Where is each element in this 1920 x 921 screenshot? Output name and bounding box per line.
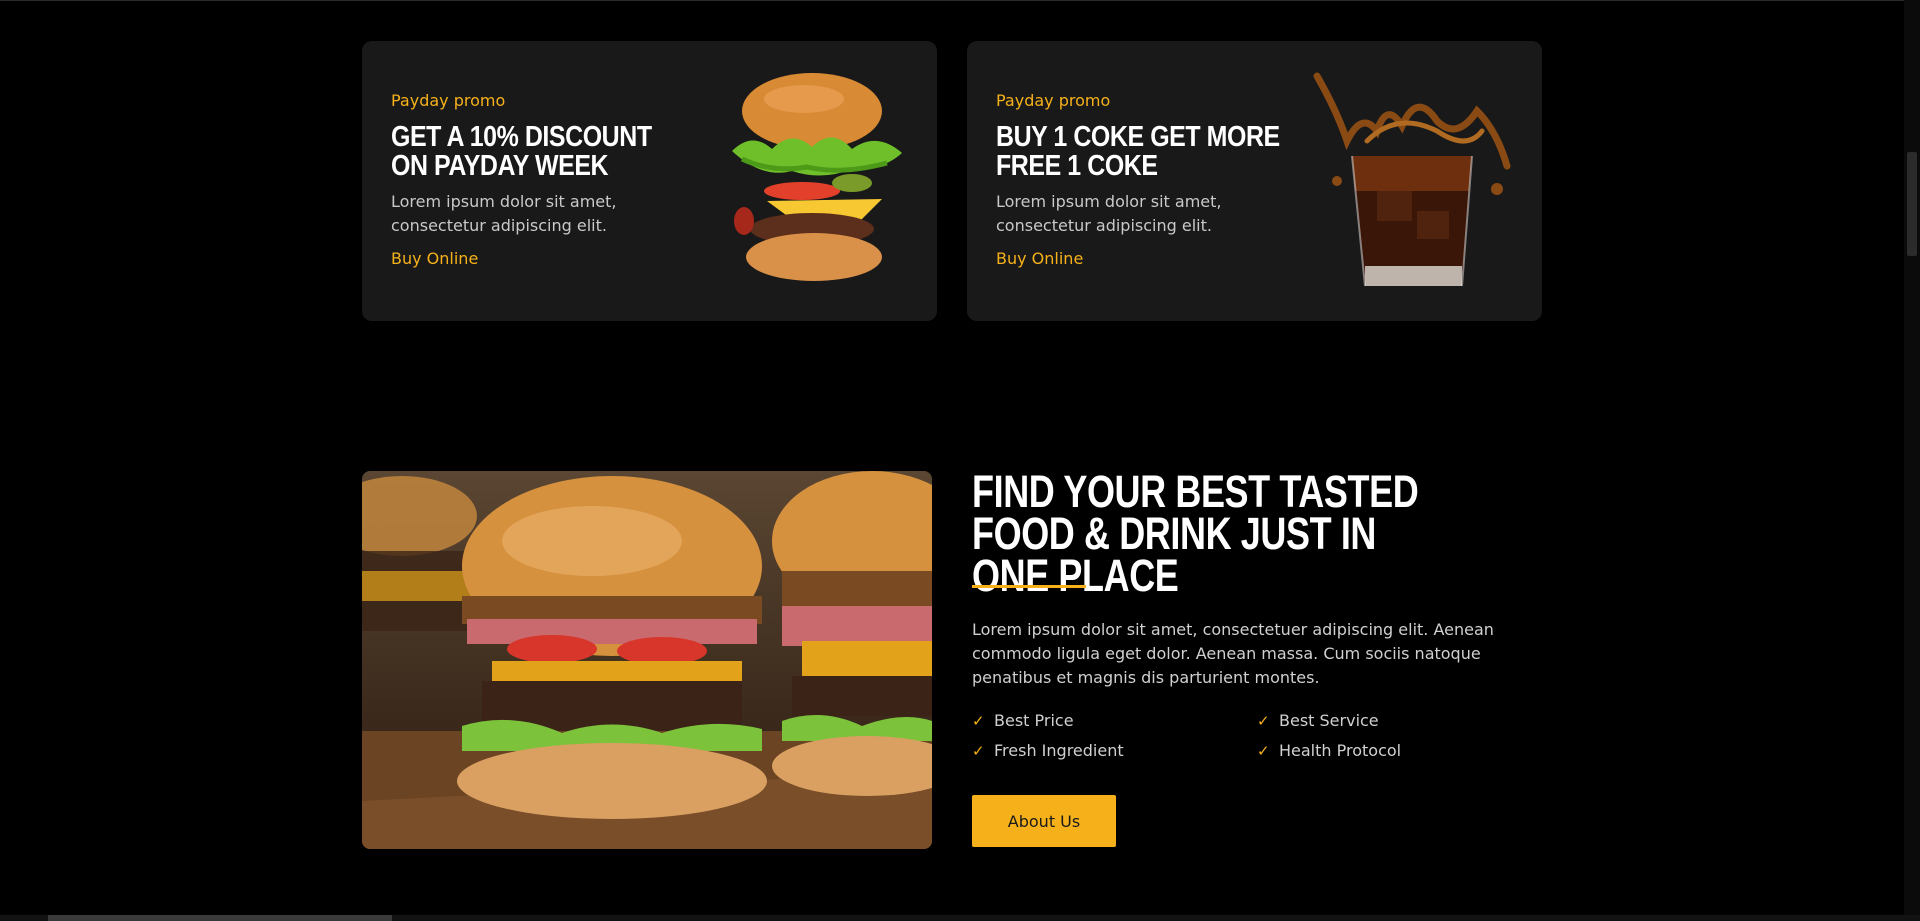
- buy-online-link[interactable]: Buy Online: [391, 249, 478, 268]
- promo-description: Lorem ipsum dolor sit amet, consectetur …: [391, 192, 617, 235]
- burger-image: [732, 73, 902, 281]
- burgers-photo: [362, 471, 932, 849]
- check-icon: ✓: [972, 711, 985, 730]
- check-icon: ✓: [1257, 741, 1270, 760]
- scrollbar-thumb[interactable]: [1907, 152, 1917, 256]
- about-title: FIND YOUR BEST TASTED FOOD & DRINK JUST …: [972, 466, 1419, 601]
- feature-item: ✓ Fresh Ingredient: [972, 741, 1124, 760]
- feature-label: Health Protocol: [1279, 741, 1402, 760]
- horizontal-scrollbar[interactable]: [0, 915, 1920, 921]
- promo-title: BUY 1 COKE GET MORE FREE 1 COKE: [996, 121, 1280, 182]
- scrollbar-thumb[interactable]: [48, 915, 392, 921]
- check-icon: ✓: [972, 741, 985, 760]
- feature-label: Best Service: [1279, 711, 1379, 730]
- promo-kicker: Payday promo: [996, 91, 1111, 110]
- title-underline: [972, 585, 1086, 588]
- promo-card-discount: Payday promo GET A 10% DISCOUNT ON PAYDA…: [362, 41, 937, 321]
- top-border: [0, 0, 1920, 1]
- about-section: FIND YOUR BEST TASTED FOOD & DRINK JUST …: [362, 466, 1542, 849]
- feature-item: ✓ Best Service: [1257, 711, 1379, 730]
- about-description: Lorem ipsum dolor sit amet, consectetuer…: [972, 620, 1494, 687]
- about-us-button[interactable]: About Us: [972, 795, 1116, 847]
- feature-item: ✓ Best Price: [972, 711, 1074, 730]
- feature-label: Best Price: [994, 711, 1074, 730]
- promo-section: Payday promo GET A 10% DISCOUNT ON PAYDA…: [362, 41, 1542, 321]
- vertical-scrollbar[interactable]: [1904, 0, 1920, 921]
- check-icon: ✓: [1257, 711, 1270, 730]
- buy-online-link[interactable]: Buy Online: [996, 249, 1083, 268]
- feature-item: ✓ Health Protocol: [1257, 741, 1401, 760]
- promo-kicker: Payday promo: [391, 91, 506, 110]
- promo-card-coke: Payday promo BUY 1 COKE GET MORE FREE 1 …: [967, 41, 1542, 321]
- promo-title: GET A 10% DISCOUNT ON PAYDAY WEEK: [391, 121, 652, 182]
- promo-description: Lorem ipsum dolor sit amet, consectetur …: [996, 192, 1222, 235]
- feature-label: Fresh Ingredient: [994, 741, 1124, 760]
- cola-glass-image: [1313, 72, 1511, 287]
